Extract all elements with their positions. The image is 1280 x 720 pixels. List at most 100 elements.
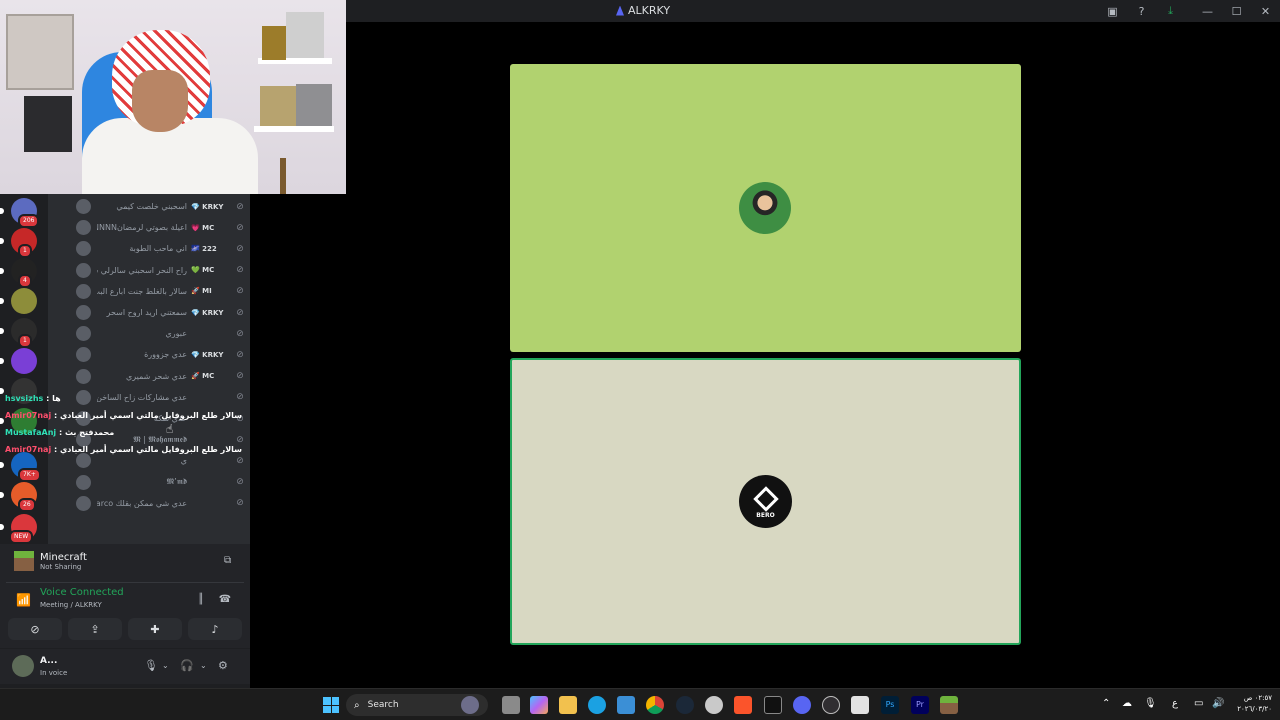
chat-text: : سالار طلع البروفايل مالتي اسمي أمير ال… <box>53 411 243 420</box>
task-view-icon[interactable] <box>502 696 520 714</box>
unread-indicator <box>0 238 4 244</box>
activities-icon[interactable]: ✚ <box>128 618 182 640</box>
member-tag: 💗 MC <box>191 223 215 232</box>
signal-icon[interactable]: 📶 <box>16 593 31 607</box>
chat-username: hsvsizhs <box>5 394 44 403</box>
cloud-icon[interactable]: ☁ <box>1122 698 1132 709</box>
chat-message: Amir07naj : سالار طلع البروفايل مالتي اس… <box>5 445 255 459</box>
maximize-icon[interactable]: ☐ <box>1222 0 1251 22</box>
obs-icon[interactable] <box>822 696 840 714</box>
help-icon[interactable]: ? <box>1127 0 1156 22</box>
member-tag: 🚀 MI <box>191 287 212 296</box>
silver-play-button-plaque <box>6 14 74 90</box>
username[interactable]: A... <box>40 656 57 666</box>
clock-date: ٢٠٢٦/٠٣/٢٠ <box>1237 705 1272 713</box>
voice-member-row[interactable]: اني ماحب الطوبة 🌌 222 ⊘ <box>76 238 246 259</box>
voice-member-row[interactable]: سمعتني اريد اروح اسحر 💎 KRKY ⊘ <box>76 302 246 323</box>
chevron-down-icon[interactable]: ⌄ <box>162 661 169 670</box>
member-name: اسحبني خلصت كيمي <box>116 202 187 211</box>
share-screen-icon[interactable]: ⧉ <box>224 555 236 567</box>
premiere-icon[interactable]: Pr <box>911 696 929 714</box>
member-tag: 💚 MC <box>191 266 215 275</box>
minecraft-taskbar-icon[interactable] <box>940 696 958 714</box>
bero-logo-icon <box>752 486 779 512</box>
member-name: عبوري <box>165 329 187 339</box>
avatar <box>76 326 91 342</box>
gear-icon[interactable]: ⚙ <box>218 659 228 672</box>
steam-icon[interactable] <box>676 696 694 714</box>
voice-member-row[interactable]: اسحبني خلصت كيمي 💎 KRKY ⊘ <box>76 196 246 217</box>
clock[interactable]: ٠٢:٥٧ ص ٢٠٢٦/٠٣/٢٠ <box>1228 693 1272 715</box>
member-name: سالار بالغلط جنت ابارع البث مالك <box>97 286 187 296</box>
inbox-icon[interactable]: ▣ <box>1098 0 1127 22</box>
user-bar: A... In voice 🎙 ⌄ 🎧 ⌄ ⚙ <box>0 648 250 684</box>
settings-icon[interactable] <box>705 696 723 714</box>
clock-time: ٠٢:٥٧ ص <box>1243 694 1272 702</box>
capcut-icon[interactable] <box>764 696 782 714</box>
call-controls: ⊘ ⇪ ✚ ♪ <box>6 618 244 644</box>
photoshop-icon[interactable]: Ps <box>881 696 899 714</box>
voice-member-row[interactable]: اعيلة بصوتي لرمضانNNNNNNN 💗 MC ⊘ <box>76 217 246 238</box>
brave-icon[interactable] <box>734 696 752 714</box>
avatar <box>76 283 91 299</box>
snipping-tool-icon[interactable] <box>851 696 869 714</box>
muted-icon: ⊘ <box>236 477 244 488</box>
muted-icon: ⊘ <box>236 243 244 254</box>
voice-member-row[interactable]: عدي جزوورة 💎 KRKY ⊘ <box>76 344 246 365</box>
camera-off-icon[interactable]: ⊘ <box>8 618 62 640</box>
avatar <box>76 495 91 511</box>
voice-member-row[interactable]: سالار بالغلط جنت ابارع البث مالك 🚀 MI ⊘ <box>76 281 246 302</box>
voice-member-row[interactable]: عدي شحر شميري 🚀 MC ⊘ <box>76 366 246 387</box>
title-bar-icons: ▣ ? ⤓ — ☐ ✕ <box>1098 0 1280 22</box>
widgets-icon[interactable] <box>461 696 479 714</box>
chevron-down-icon[interactable]: ⌄ <box>200 661 207 670</box>
download-icon[interactable]: ⤓ <box>1156 0 1185 22</box>
participant-tile-1[interactable] <box>510 64 1021 352</box>
server-badge: 1 <box>18 334 32 348</box>
chevron-up-icon[interactable]: ⌃ <box>1102 698 1110 709</box>
screen-share-icon[interactable]: ⇪ <box>68 618 122 640</box>
chat-text: : محمدفتح بث <box>58 428 115 437</box>
activity-subtitle: Not Sharing <box>40 562 82 571</box>
participant-tile-2[interactable]: BERO <box>510 358 1021 645</box>
soundboard-icon[interactable]: ♪ <box>188 618 242 640</box>
minimize-icon[interactable]: — <box>1193 0 1222 22</box>
copilot-icon[interactable] <box>530 696 548 714</box>
shelf-lower <box>254 126 334 132</box>
voice-status-channel[interactable]: Meeting / ALKRKY <box>40 601 102 609</box>
server-icon[interactable] <box>11 288 37 314</box>
file-explorer-icon[interactable] <box>559 696 577 714</box>
windows-start-icon[interactable] <box>323 697 339 713</box>
chrome-icon[interactable] <box>646 696 664 714</box>
app-logo-icon <box>616 5 624 16</box>
microphone-icon[interactable]: 🎙 <box>144 659 158 672</box>
avatar[interactable] <box>12 655 34 677</box>
muted-icon: ⊘ <box>236 265 244 276</box>
avatar <box>76 262 91 278</box>
volume-icon[interactable]: 🔊 <box>1212 698 1224 709</box>
language-indicator[interactable]: ع <box>1172 698 1178 709</box>
member-name: اعيلة بصوتي لرمضانNNNNNNN <box>97 223 187 233</box>
edge-icon[interactable] <box>588 696 606 714</box>
network-icon[interactable]: ▭ <box>1194 698 1203 709</box>
voice-member-row[interactable]: عدي شي ممكن بقلك Marco 😍 🙂 ⊘ <box>76 493 246 514</box>
headphones-icon[interactable]: 🎧 <box>180 659 194 672</box>
voice-member-row[interactable]: 𝕸’𝖒𝖉 ⊘ <box>76 472 246 493</box>
muted-icon: ⊘ <box>236 498 244 509</box>
close-icon[interactable]: ✕ <box>1251 0 1280 22</box>
voice-member-row[interactable]: عبوري ⊘ <box>76 323 246 344</box>
voice-member-row[interactable]: راح النحر اسحبني سالرلي ساعه 💚 MC ⊘ <box>76 260 246 281</box>
microphone-tray-icon[interactable]: 🎙 <box>1144 698 1157 709</box>
server-icon[interactable] <box>11 348 37 374</box>
search-label: Search <box>367 700 399 710</box>
minecraft-icon <box>14 551 34 571</box>
muted-icon: ⊘ <box>236 286 244 297</box>
noise-suppression-icon[interactable]: ║ <box>194 594 208 606</box>
avatar <box>76 368 91 384</box>
disconnect-icon[interactable]: ☎ <box>218 594 232 606</box>
voice-status-title[interactable]: Voice Connected <box>40 587 124 598</box>
store-icon[interactable] <box>617 696 635 714</box>
search-icon: ⌕ <box>354 699 360 711</box>
discord-icon[interactable] <box>793 696 811 714</box>
unread-indicator <box>0 298 4 304</box>
